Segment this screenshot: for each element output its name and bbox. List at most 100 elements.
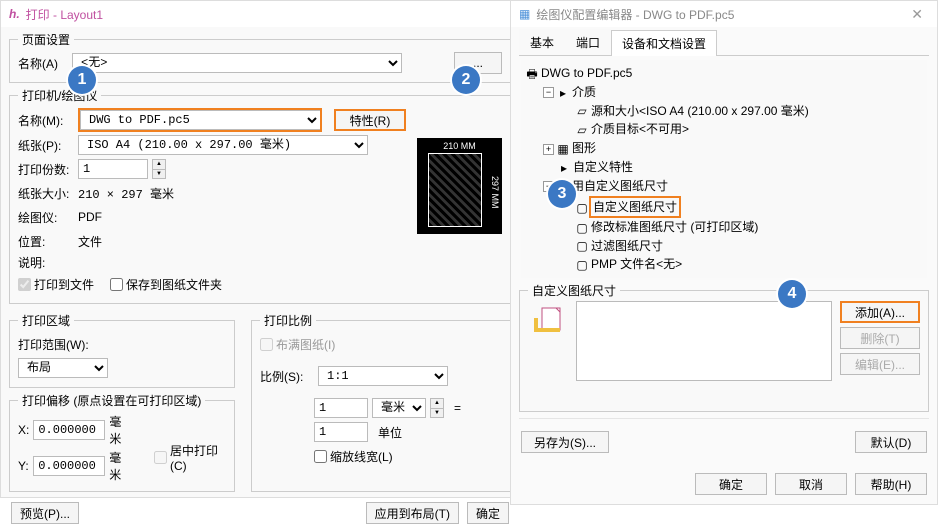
- scale-unit-spinner[interactable]: ▲▼: [430, 398, 444, 418]
- papersize-value: 210 × 297 毫米: [78, 185, 174, 202]
- x-unit: 毫米: [109, 413, 126, 447]
- preview-button[interactable]: 预览(P)...: [11, 502, 79, 524]
- page-icon: ▢: [575, 256, 589, 274]
- scale-unit-select[interactable]: 毫米: [372, 398, 426, 418]
- tree-media[interactable]: 介质: [572, 85, 596, 99]
- save-to-folder-check[interactable]: 保存到图纸文件夹: [110, 276, 222, 293]
- tree-modify-std[interactable]: 修改标准图纸尺寸 (可打印区域): [591, 220, 758, 234]
- custom-paper-group: 自定义图纸尺寸 添加(A)... 删除(T) 编辑(E)...: [519, 282, 929, 412]
- printer-root-icon: 🖶: [525, 65, 539, 83]
- preview-width-label: 210 MM: [418, 141, 501, 151]
- print-range-select[interactable]: 布局: [18, 358, 108, 378]
- custom-paper-legend: 自定义图纸尺寸: [528, 282, 620, 299]
- tab-basic[interactable]: 基本: [519, 29, 565, 55]
- location-label: 位置:: [18, 233, 74, 250]
- papersize-label: 纸张大小:: [18, 185, 74, 202]
- page-icon: ▢: [575, 199, 589, 217]
- settings-tree[interactable]: 🖶DWG to PDF.pc5 −▸介质 ▱源和大小<ISO A4 (210.0…: [521, 60, 927, 278]
- tree-media-target[interactable]: 介质目标<不可用>: [591, 122, 689, 136]
- copies-label: 打印份数:: [18, 161, 74, 178]
- graphics-icon: ▦: [556, 140, 570, 158]
- scale-bot-input[interactable]: [314, 422, 368, 442]
- y-unit: 毫米: [109, 449, 126, 483]
- step-badge-1: 1: [68, 66, 96, 94]
- page-icon: ▢: [575, 237, 589, 255]
- tree-root[interactable]: DWG to PDF.pc5: [541, 66, 632, 80]
- plotter-icon: ▦: [519, 7, 530, 21]
- plotter-ok-button[interactable]: 确定: [695, 473, 767, 495]
- step-badge-4: 4: [778, 280, 806, 308]
- print-area-group: 打印区域 打印范围(W): 布局: [9, 312, 235, 388]
- eq-label: =: [454, 401, 461, 415]
- plotter-value: PDF: [78, 210, 102, 224]
- printer-name-label: 名称(M):: [18, 112, 74, 129]
- tab-bar: 基本 端口 设备和文档设置: [519, 29, 929, 56]
- scale-group: 打印比例 布满图纸(I) 比例(S): 1:1 毫米 ▲▼ = 单位 缩放线宽(…: [251, 312, 511, 492]
- desc-label: 说明:: [18, 254, 74, 271]
- custom-paper-list[interactable]: [576, 301, 832, 381]
- tab-port[interactable]: 端口: [565, 29, 611, 55]
- step-badge-3: 3: [548, 180, 576, 208]
- unit-label: 单位: [378, 424, 402, 441]
- print-area-legend: 打印区域: [18, 312, 74, 329]
- printer-group: 打印机/绘图仪 名称(M): DWG to PDF.pc5 特性(R) 纸张(P…: [9, 87, 511, 304]
- page-name-select[interactable]: <无>: [72, 53, 402, 73]
- center-print-check[interactable]: 居中打印(C): [154, 429, 226, 485]
- tree-filter-paper[interactable]: 过滤图纸尺寸: [591, 239, 663, 253]
- copies-input[interactable]: [78, 159, 148, 179]
- copies-spinner[interactable]: ▲▼: [152, 159, 166, 179]
- location-value: 文件: [78, 233, 102, 250]
- apply-layout-button[interactable]: 应用到布局(T): [366, 502, 459, 524]
- scale-lineweight-check[interactable]: 缩放线宽(L): [314, 448, 393, 465]
- y-input[interactable]: [33, 456, 105, 476]
- tree-custom-props[interactable]: 自定义特性: [573, 160, 633, 174]
- step-badge-2: 2: [452, 66, 480, 94]
- media-target-icon: ▱: [575, 121, 589, 139]
- print-title-bar: h. 打印 - Layout1: [1, 1, 519, 27]
- preview-height-label: 297 MM: [490, 157, 500, 227]
- tree-user-paper[interactable]: 用自定义图纸尺寸: [572, 179, 668, 193]
- x-input[interactable]: [33, 420, 105, 440]
- printer-properties-button[interactable]: 特性(R): [334, 109, 406, 131]
- plotter-title-bar: ▦ 绘图仪配置编辑器 - DWG to PDF.pc5 ✕: [511, 1, 937, 27]
- plotter-help-button[interactable]: 帮助(H): [855, 473, 927, 495]
- tree-media-src[interactable]: 源和大小<ISO A4 (210.00 x 297.00 毫米): [591, 104, 809, 118]
- tab-device[interactable]: 设备和文档设置: [611, 30, 717, 56]
- save-as-button[interactable]: 另存为(S)...: [521, 431, 609, 453]
- close-icon[interactable]: ✕: [905, 6, 929, 23]
- page-name-label: 名称(A): [18, 55, 68, 72]
- fit-paper-check[interactable]: 布满图纸(I): [260, 336, 335, 353]
- preview-page-icon: [428, 153, 482, 227]
- delete-paper-button[interactable]: 删除(T): [840, 327, 920, 349]
- scale-legend: 打印比例: [260, 312, 316, 329]
- folder-icon: ▸: [556, 84, 570, 102]
- plotter-cancel-button[interactable]: 取消: [775, 473, 847, 495]
- offset-group: 打印偏移 (原点设置在可打印区域) X: 毫米 Y: 毫米: [9, 392, 235, 492]
- tree-custom-paper[interactable]: 自定义图纸尺寸: [589, 196, 681, 218]
- tree-pmp[interactable]: PMP 文件名<无>: [591, 257, 682, 271]
- ratio-select[interactable]: 1:1: [318, 366, 448, 386]
- paper-label: 纸张(P):: [18, 137, 74, 154]
- tree-expand-icon[interactable]: +: [543, 144, 554, 155]
- edit-paper-button[interactable]: 编辑(E)...: [840, 353, 920, 375]
- add-paper-button[interactable]: 添加(A)...: [840, 301, 920, 323]
- page-setup-legend: 页面设置: [18, 31, 74, 48]
- tree-graphics[interactable]: 图形: [572, 141, 596, 155]
- default-button[interactable]: 默认(D): [855, 431, 927, 453]
- plotter-title: 绘图仪配置编辑器 - DWG to PDF.pc5: [536, 6, 734, 23]
- print-title: 打印 - Layout1: [26, 6, 103, 23]
- printer-name-select[interactable]: DWG to PDF.pc5: [80, 110, 320, 130]
- plotter-label: 绘图仪:: [18, 209, 74, 226]
- ratio-label: 比例(S):: [260, 368, 314, 385]
- app-icon: h.: [9, 7, 20, 21]
- print-range-label: 打印范围(W):: [18, 336, 89, 353]
- x-label: X:: [18, 423, 29, 437]
- paper-preview: 210 MM 297 MM: [417, 138, 502, 234]
- scale-top-input[interactable]: [314, 398, 368, 418]
- ok-button[interactable]: 确定: [467, 502, 509, 524]
- page-icon: ▢: [575, 219, 589, 237]
- paper-select[interactable]: ISO A4 (210.00 x 297.00 毫米): [78, 135, 368, 155]
- print-to-file-check[interactable]: 打印到文件: [18, 276, 94, 293]
- tree-collapse-icon[interactable]: −: [543, 87, 554, 98]
- offset-legend: 打印偏移 (原点设置在可打印区域): [18, 392, 205, 409]
